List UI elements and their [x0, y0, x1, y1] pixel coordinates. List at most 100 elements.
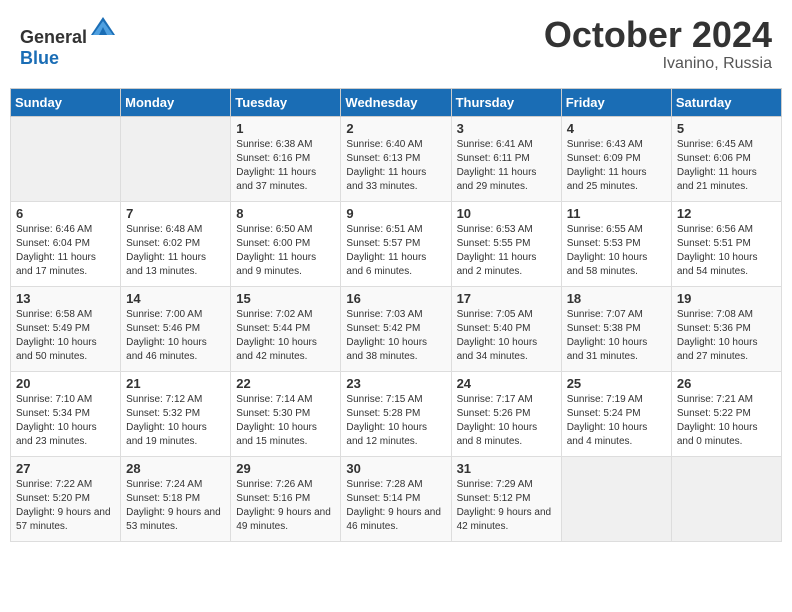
calendar-cell: 24 Sunrise: 7:17 AMSunset: 5:26 PMDayligh… — [451, 371, 561, 456]
day-info: Sunrise: 7:19 AMSunset: 5:24 PMDaylight:… — [567, 394, 648, 447]
day-info: Sunrise: 6:45 AMSunset: 6:06 PMDaylight:… — [677, 139, 757, 192]
day-of-week-header: Tuesday — [231, 88, 341, 116]
day-number: 18 — [567, 291, 666, 306]
day-of-week-header: Monday — [121, 88, 231, 116]
day-number: 4 — [567, 121, 666, 136]
day-info: Sunrise: 7:08 AMSunset: 5:36 PMDaylight:… — [677, 309, 758, 362]
calendar-cell: 13 Sunrise: 6:58 AMSunset: 5:49 PMDayligh… — [11, 286, 121, 371]
day-number: 8 — [236, 206, 335, 221]
day-number: 22 — [236, 376, 335, 391]
page-header: General Blue October 2024 Ivanino, Russi… — [10, 10, 782, 78]
day-number: 9 — [346, 206, 445, 221]
calendar-cell: 11 Sunrise: 6:55 AMSunset: 5:53 PMDayligh… — [561, 201, 671, 286]
day-of-week-header: Thursday — [451, 88, 561, 116]
day-info: Sunrise: 6:58 AMSunset: 5:49 PMDaylight:… — [16, 309, 97, 362]
day-info: Sunrise: 7:28 AMSunset: 5:14 PMDaylight:… — [346, 479, 441, 532]
logo-blue: Blue — [20, 48, 59, 68]
day-info: Sunrise: 7:17 AMSunset: 5:26 PMDaylight:… — [457, 394, 538, 447]
calendar-cell: 26 Sunrise: 7:21 AMSunset: 5:22 PMDayligh… — [671, 371, 781, 456]
day-number: 30 — [346, 461, 445, 476]
day-number: 17 — [457, 291, 556, 306]
day-info: Sunrise: 6:38 AMSunset: 6:16 PMDaylight:… — [236, 139, 316, 192]
day-info: Sunrise: 6:46 AMSunset: 6:04 PMDaylight:… — [16, 224, 96, 277]
day-info: Sunrise: 7:00 AMSunset: 5:46 PMDaylight:… — [126, 309, 207, 362]
day-number: 3 — [457, 121, 556, 136]
calendar-cell — [121, 116, 231, 201]
day-number: 25 — [567, 376, 666, 391]
day-number: 20 — [16, 376, 115, 391]
calendar-cell: 7 Sunrise: 6:48 AMSunset: 6:02 PMDaylight… — [121, 201, 231, 286]
calendar-cell: 12 Sunrise: 6:56 AMSunset: 5:51 PMDayligh… — [671, 201, 781, 286]
day-of-week-header: Sunday — [11, 88, 121, 116]
day-info: Sunrise: 6:50 AMSunset: 6:00 PMDaylight:… — [236, 224, 316, 277]
day-number: 27 — [16, 461, 115, 476]
day-number: 28 — [126, 461, 225, 476]
day-number: 19 — [677, 291, 776, 306]
day-info: Sunrise: 6:56 AMSunset: 5:51 PMDaylight:… — [677, 224, 758, 277]
day-number: 21 — [126, 376, 225, 391]
day-info: Sunrise: 6:53 AMSunset: 5:55 PMDaylight:… — [457, 224, 537, 277]
calendar-cell: 31 Sunrise: 7:29 AMSunset: 5:12 PMDayligh… — [451, 456, 561, 541]
calendar-cell: 27 Sunrise: 7:22 AMSunset: 5:20 PMDayligh… — [11, 456, 121, 541]
month-year-title: October 2024 — [544, 15, 772, 55]
day-number: 2 — [346, 121, 445, 136]
calendar-cell: 15Sunrise: 7:02 AMSunset: 5:44 PMDayligh… — [231, 286, 341, 371]
day-number: 31 — [457, 461, 556, 476]
day-number: 24 — [457, 376, 556, 391]
day-number: 16 — [346, 291, 445, 306]
day-number: 23 — [346, 376, 445, 391]
calendar-cell: 22Sunrise: 7:14 AMSunset: 5:30 PMDayligh… — [231, 371, 341, 456]
day-info: Sunrise: 6:55 AMSunset: 5:53 PMDaylight:… — [567, 224, 648, 277]
day-info: Sunrise: 6:43 AMSunset: 6:09 PMDaylight:… — [567, 139, 647, 192]
day-info: Sunrise: 7:21 AMSunset: 5:22 PMDaylight:… — [677, 394, 758, 447]
calendar-cell: 10 Sunrise: 6:53 AMSunset: 5:55 PMDayligh… — [451, 201, 561, 286]
calendar-cell: 29Sunrise: 7:26 AMSunset: 5:16 PMDayligh… — [231, 456, 341, 541]
calendar-cell — [671, 456, 781, 541]
day-number: 12 — [677, 206, 776, 221]
calendar-cell: 14 Sunrise: 7:00 AMSunset: 5:46 PMDayligh… — [121, 286, 231, 371]
calendar-cell: 30 Sunrise: 7:28 AMSunset: 5:14 PMDayligh… — [341, 456, 451, 541]
day-number: 1 — [236, 121, 335, 136]
logo-icon — [89, 15, 117, 43]
day-number: 15 — [236, 291, 335, 306]
title-block: October 2024 Ivanino, Russia — [544, 15, 772, 73]
day-of-week-header: Friday — [561, 88, 671, 116]
day-number: 11 — [567, 206, 666, 221]
calendar-table: SundayMondayTuesdayWednesdayThursdayFrid… — [10, 88, 782, 542]
calendar-cell: 23 Sunrise: 7:15 AMSunset: 5:28 PMDayligh… — [341, 371, 451, 456]
logo-general: General — [20, 27, 87, 47]
calendar-week-row: 6 Sunrise: 6:46 AMSunset: 6:04 PMDaylight… — [11, 201, 782, 286]
day-info: Sunrise: 7:22 AMSunset: 5:20 PMDaylight:… — [16, 479, 111, 532]
day-info: Sunrise: 7:03 AMSunset: 5:42 PMDaylight:… — [346, 309, 427, 362]
day-info: Sunrise: 7:15 AMSunset: 5:28 PMDaylight:… — [346, 394, 427, 447]
day-number: 7 — [126, 206, 225, 221]
day-number: 26 — [677, 376, 776, 391]
day-info: Sunrise: 6:48 AMSunset: 6:02 PMDaylight:… — [126, 224, 206, 277]
calendar-cell: 2 Sunrise: 6:40 AMSunset: 6:13 PMDaylight… — [341, 116, 451, 201]
calendar-cell — [11, 116, 121, 201]
calendar-cell: 17 Sunrise: 7:05 AMSunset: 5:40 PMDayligh… — [451, 286, 561, 371]
calendar-cell — [561, 456, 671, 541]
day-info: Sunrise: 7:05 AMSunset: 5:40 PMDaylight:… — [457, 309, 538, 362]
calendar-cell: 25 Sunrise: 7:19 AMSunset: 5:24 PMDayligh… — [561, 371, 671, 456]
day-info: Sunrise: 7:24 AMSunset: 5:18 PMDaylight:… — [126, 479, 221, 532]
calendar-cell: 18 Sunrise: 7:07 AMSunset: 5:38 PMDayligh… — [561, 286, 671, 371]
calendar-cell: 8 Sunrise: 6:50 AMSunset: 6:00 PMDaylight… — [231, 201, 341, 286]
location-subtitle: Ivanino, Russia — [544, 55, 772, 73]
day-info: Sunrise: 6:40 AMSunset: 6:13 PMDaylight:… — [346, 139, 426, 192]
calendar-cell: 9Sunrise: 6:51 AMSunset: 5:57 PMDaylight… — [341, 201, 451, 286]
calendar-week-row: 20Sunrise: 7:10 AMSunset: 5:34 PMDayligh… — [11, 371, 782, 456]
day-info: Sunrise: 7:29 AMSunset: 5:12 PMDaylight:… — [457, 479, 552, 532]
calendar-week-row: 13 Sunrise: 6:58 AMSunset: 5:49 PMDayligh… — [11, 286, 782, 371]
day-info: Sunrise: 7:12 AMSunset: 5:32 PMDaylight:… — [126, 394, 207, 447]
day-number: 10 — [457, 206, 556, 221]
day-number: 6 — [16, 206, 115, 221]
calendar-cell: 1 Sunrise: 6:38 AMSunset: 6:16 PMDaylight… — [231, 116, 341, 201]
day-info: Sunrise: 7:07 AMSunset: 5:38 PMDaylight:… — [567, 309, 648, 362]
day-number: 13 — [16, 291, 115, 306]
calendar-week-row: 1 Sunrise: 6:38 AMSunset: 6:16 PMDaylight… — [11, 116, 782, 201]
calendar-cell: 19 Sunrise: 7:08 AMSunset: 5:36 PMDayligh… — [671, 286, 781, 371]
day-number: 29 — [236, 461, 335, 476]
day-number: 14 — [126, 291, 225, 306]
calendar-cell: 3Sunrise: 6:41 AMSunset: 6:11 PMDaylight… — [451, 116, 561, 201]
